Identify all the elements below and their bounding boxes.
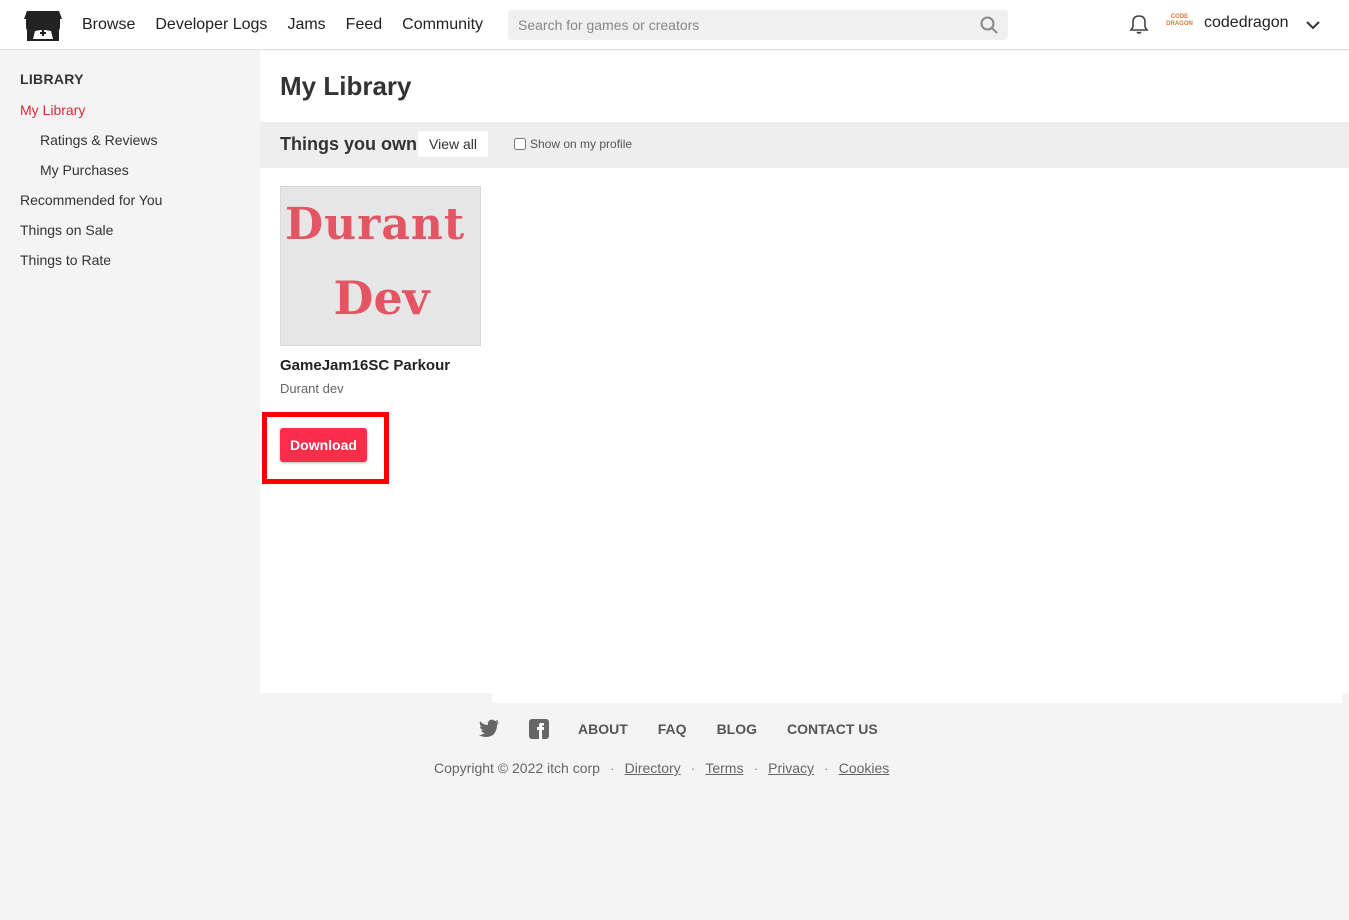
content-bottom-strip [492, 693, 1342, 703]
page-title: My Library [280, 71, 412, 101]
footer-blog-link[interactable]: BLOG [717, 721, 757, 737]
sidebar-item-ratings-reviews[interactable]: Ratings & Reviews [40, 132, 158, 148]
show-on-profile-option[interactable]: Show on my profile [514, 137, 632, 151]
sidebar-item-things-to-rate[interactable]: Things to Rate [20, 252, 111, 268]
view-all-button[interactable]: View all [418, 131, 488, 157]
copyright-text: Copyright © 2022 itch corp [434, 760, 600, 776]
sidebar-item-my-purchases[interactable]: My Purchases [40, 162, 129, 178]
twitter-icon[interactable] [478, 719, 500, 739]
footer-about-link[interactable]: ABOUT [578, 721, 628, 737]
footer-copyright-row: Copyright © 2022 itch corp · Directory ·… [434, 760, 889, 776]
main-nav: Browse Developer Logs Jams Feed Communit… [82, 0, 483, 50]
sidebar-item-recommended[interactable]: Recommended for You [20, 192, 162, 208]
search-input[interactable] [508, 17, 968, 33]
footer-privacy-link[interactable]: Privacy [768, 760, 814, 776]
footer-terms-link[interactable]: Terms [705, 760, 743, 776]
footer-links: ABOUT FAQ BLOG CONTACT US [478, 718, 908, 740]
footer-faq-link[interactable]: FAQ [658, 721, 687, 737]
show-on-profile-checkbox[interactable] [514, 138, 526, 150]
username[interactable]: codedragon [1204, 14, 1289, 32]
nav-browse[interactable]: Browse [82, 16, 135, 34]
top-header: Browse Developer Logs Jams Feed Communit… [0, 0, 1349, 50]
itch-logo-icon[interactable] [23, 7, 63, 43]
footer-contact-link[interactable]: CONTACT US [787, 721, 878, 737]
nav-feed[interactable]: Feed [346, 16, 382, 34]
main-content: My Library Things you own View all Show … [260, 51, 1349, 693]
chevron-down-icon[interactable] [1304, 16, 1322, 34]
search-icon[interactable] [980, 16, 998, 34]
search-box [508, 10, 1008, 40]
user-avatar[interactable]: CODE DRAGON [1166, 14, 1193, 34]
sidebar-title: LIBRARY [20, 71, 84, 87]
game-title[interactable]: GameJam16SC Parkour [280, 357, 450, 374]
separator-dot: · [690, 760, 696, 776]
footer-directory-link[interactable]: Directory [625, 760, 681, 776]
sidebar-item-things-on-sale[interactable]: Things on Sale [20, 222, 113, 238]
game-thumbnail[interactable]: Durant Dev [280, 186, 481, 346]
download-button[interactable]: Download [280, 428, 367, 462]
nav-community[interactable]: Community [402, 16, 483, 34]
sidebar-item-my-library[interactable]: My Library [20, 102, 85, 118]
separator-dot: · [753, 760, 759, 776]
separator-dot: · [609, 760, 615, 776]
thumbnail-text-line2: Dev [333, 271, 430, 325]
show-on-profile-label: Show on my profile [530, 137, 633, 151]
shelf-title: Things you own [280, 134, 417, 154]
notification-bell-icon[interactable] [1128, 13, 1150, 35]
facebook-icon[interactable] [528, 719, 550, 739]
thumbnail-text-line1: Durant [285, 199, 466, 250]
shelf-header: Things you own View all Show on my profi… [260, 122, 1349, 168]
game-author[interactable]: Durant dev [280, 381, 344, 396]
separator-dot: · [824, 760, 829, 776]
library-sidebar: LIBRARY My Library Ratings & Reviews My … [0, 51, 260, 691]
footer-cookies-link[interactable]: Cookies [839, 760, 890, 776]
nav-jams[interactable]: Jams [287, 16, 325, 34]
nav-developer-logs[interactable]: Developer Logs [155, 16, 267, 34]
